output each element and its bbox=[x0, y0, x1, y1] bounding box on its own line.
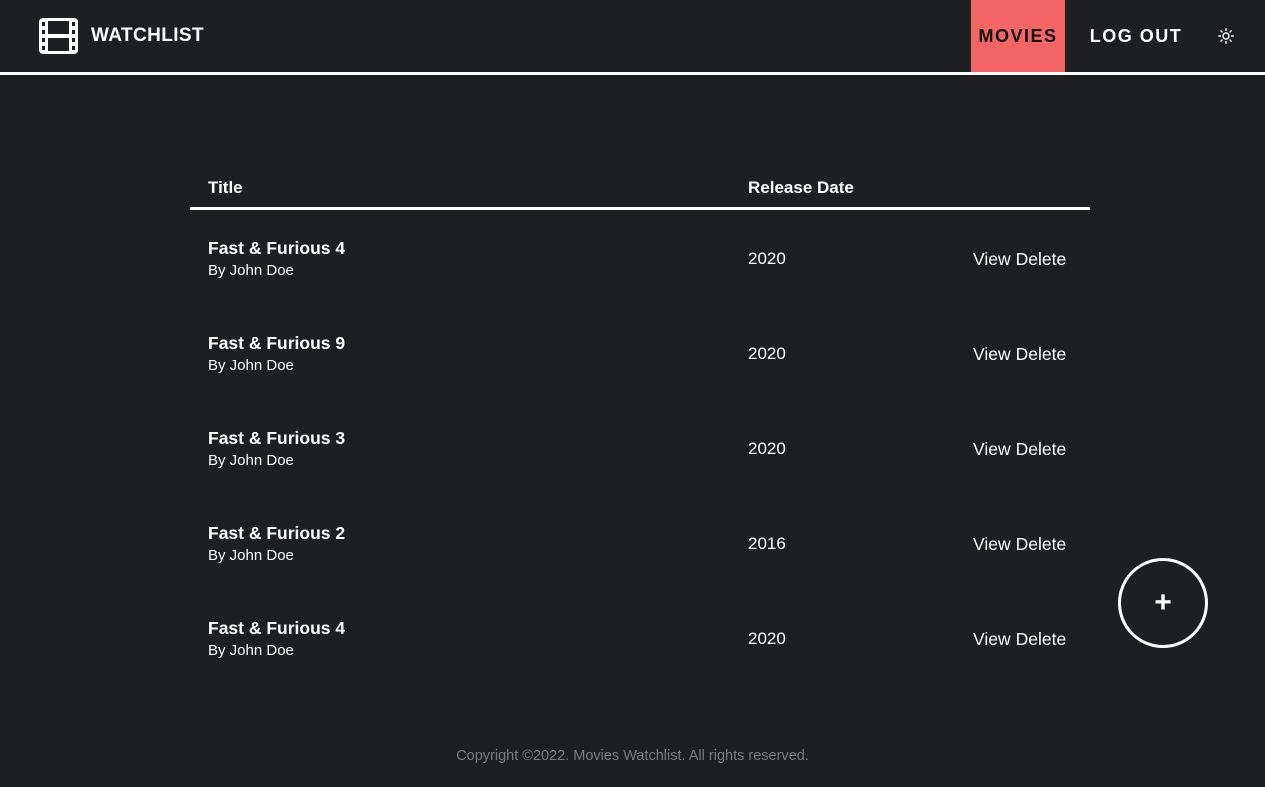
release-date: 2020 bbox=[748, 439, 786, 458]
nav-movies[interactable]: MOVIES bbox=[971, 0, 1065, 72]
column-header-release-date: Release Date bbox=[748, 178, 854, 197]
row-actions: View Delete bbox=[973, 344, 1066, 365]
view-button[interactable]: View bbox=[973, 249, 1011, 270]
delete-button[interactable]: Delete bbox=[1016, 534, 1067, 555]
movie-author: By John Doe bbox=[208, 547, 294, 564]
brand-name: WATCHLIST bbox=[91, 25, 205, 46]
movie-title: Fast & Furious 2 bbox=[208, 523, 346, 543]
row-actions: View Delete bbox=[973, 629, 1066, 650]
movie-title: Fast & Furious 9 bbox=[208, 333, 346, 353]
row-actions: View Delete bbox=[973, 534, 1066, 555]
nav-logout[interactable]: LOG OUT bbox=[1082, 0, 1190, 72]
movies-table: Title Release Date Fast & Furious 4 By J… bbox=[190, 165, 1090, 685]
table-row: Fast & Furious 4 By John Doe 2020 View D… bbox=[190, 590, 1090, 685]
movie-title: Fast & Furious 3 bbox=[208, 428, 346, 448]
movie-author: By John Doe bbox=[208, 262, 294, 279]
view-button[interactable]: View bbox=[973, 344, 1011, 365]
view-button[interactable]: View bbox=[973, 534, 1011, 555]
movie-title: Fast & Furious 4 bbox=[208, 238, 346, 258]
delete-button[interactable]: Delete bbox=[1016, 249, 1067, 270]
release-date: 2020 bbox=[748, 344, 786, 363]
view-button[interactable]: View bbox=[973, 439, 1011, 460]
movie-title-cell: Fast & Furious 2 By John Doe bbox=[208, 522, 345, 566]
movie-author: By John Doe bbox=[208, 452, 294, 469]
navbar-divider bbox=[0, 72, 1265, 75]
plus-icon: + bbox=[1154, 586, 1172, 619]
footer-copyright: Copyright ©2022. Movies Watchlist. All r… bbox=[456, 748, 809, 764]
theme-toggle-button[interactable] bbox=[1215, 25, 1237, 47]
add-movie-button[interactable]: + bbox=[1118, 558, 1208, 648]
delete-button[interactable]: Delete bbox=[1016, 344, 1067, 365]
top-navbar: WATCHLIST MOVIES LOG OUT bbox=[0, 0, 1265, 72]
row-actions: View Delete bbox=[973, 249, 1066, 270]
table-row: Fast & Furious 9 By John Doe 2020 View D… bbox=[190, 305, 1090, 400]
sun-icon bbox=[1218, 28, 1234, 44]
column-header-title: Title bbox=[208, 178, 243, 197]
movie-author: By John Doe bbox=[208, 357, 294, 374]
release-date: 2016 bbox=[748, 534, 786, 553]
row-actions: View Delete bbox=[973, 439, 1066, 460]
movie-title-cell: Fast & Furious 9 By John Doe bbox=[208, 332, 345, 376]
table-header: Title Release Date bbox=[190, 165, 1090, 210]
release-date: 2020 bbox=[748, 249, 786, 268]
movie-title: Fast & Furious 4 bbox=[208, 618, 346, 638]
view-button[interactable]: View bbox=[973, 629, 1011, 650]
movie-title-cell: Fast & Furious 4 By John Doe bbox=[208, 237, 345, 281]
release-date: 2020 bbox=[748, 629, 786, 648]
table-row: Fast & Furious 4 By John Doe 2020 View D… bbox=[190, 210, 1090, 305]
table-row: Fast & Furious 2 By John Doe 2016 View D… bbox=[190, 495, 1090, 590]
delete-button[interactable]: Delete bbox=[1016, 629, 1067, 650]
film-icon bbox=[39, 18, 78, 54]
movie-author: By John Doe bbox=[208, 642, 294, 659]
brand-link[interactable]: WATCHLIST bbox=[39, 18, 204, 54]
table-row: Fast & Furious 3 By John Doe 2020 View D… bbox=[190, 400, 1090, 495]
movie-title-cell: Fast & Furious 4 By John Doe bbox=[208, 617, 345, 661]
movie-title-cell: Fast & Furious 3 By John Doe bbox=[208, 427, 345, 471]
delete-button[interactable]: Delete bbox=[1016, 439, 1067, 460]
